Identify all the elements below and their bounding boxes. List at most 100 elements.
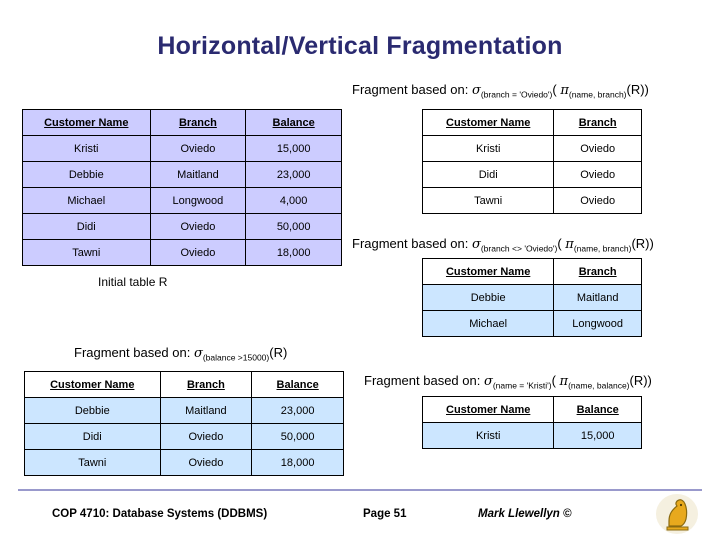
cell-branch: Oviedo: [553, 161, 642, 188]
sigma-subscript: (branch <> 'Oviedo'): [480, 243, 558, 254]
column-header-branch: Branch: [553, 258, 642, 285]
cell-balance: 23,000: [245, 161, 342, 188]
footer-course-label: COP 4710: Database Systems (DDBMS): [52, 508, 268, 520]
formula-fragment-balance: Fragment based on: σ(balance >15000)(R): [74, 345, 287, 363]
formula-prefix: Fragment based on:: [74, 345, 194, 360]
cell-branch: Oviedo: [149, 213, 247, 240]
cell-balance: 15,000: [245, 135, 342, 162]
column-header-customer-name: Customer Name: [421, 258, 555, 285]
column-header-customer-name: Customer Name: [421, 396, 555, 423]
pi-subscript: (name, branch): [568, 89, 627, 100]
cell-branch: Oviedo: [553, 135, 642, 162]
formula-suffix: (R)): [629, 373, 652, 388]
cell-balance: 15,000: [553, 422, 642, 449]
cell-branch: Longwood: [149, 187, 247, 214]
column-header-customer-name: Customer Name: [24, 371, 161, 398]
cell-customer-name: Kristi: [421, 422, 555, 449]
table-row: Michael Longwood 4,000: [22, 187, 342, 214]
footer-page-number: Page 51: [363, 508, 407, 520]
formula-fragment-not-oviedo: Fragment based on: σ(branch <> 'Oviedo')…: [352, 236, 654, 254]
cell-customer-name: Didi: [421, 161, 555, 188]
column-header-balance: Balance: [245, 109, 342, 136]
column-header-branch: Branch: [149, 109, 247, 136]
knight-logo-icon: [656, 494, 698, 534]
cell-customer-name: Tawni: [421, 187, 555, 214]
table-row: Tawni Oviedo: [421, 187, 642, 214]
cell-balance: 50,000: [251, 423, 344, 450]
cell-branch: Maitland: [159, 397, 253, 424]
table-fragment-oviedo: Customer Name Branch Kristi Oviedo Didi …: [421, 109, 642, 214]
table-fragment-kristi: Customer Name Balance Kristi 15,000: [421, 396, 642, 449]
column-header-branch: Branch: [553, 109, 642, 136]
cell-branch: Maitland: [553, 284, 642, 311]
table-fragment-balance: Customer Name Branch Balance Debbie Mait…: [24, 371, 344, 476]
table-header-row: Customer Name Branch: [421, 109, 642, 136]
sigma-subscript: (name = 'Kristi'): [492, 380, 552, 391]
formula-fragment-kristi: Fragment based on: σ(name = 'Kristi')( π…: [364, 373, 652, 391]
cell-balance: 50,000: [245, 213, 342, 240]
sigma-symbol: σ: [483, 374, 493, 389]
slide-canvas: Horizontal/Vertical Fragmentation Fragme…: [0, 0, 720, 540]
sigma-symbol: σ: [193, 346, 203, 361]
cell-customer-name: Tawni: [22, 239, 151, 266]
formula-prefix: Fragment based on:: [364, 373, 484, 388]
formula-suffix: (R): [269, 345, 288, 360]
table-row: Tawni Oviedo 18,000: [24, 449, 344, 476]
table-row: Debbie Maitland: [421, 284, 642, 311]
pi-subscript: (name, balance): [568, 380, 630, 391]
formula-mid: (: [551, 373, 560, 388]
cell-balance: 18,000: [245, 239, 342, 266]
footer-divider: [18, 489, 702, 491]
footer-author: Mark Llewellyn ©: [478, 508, 572, 520]
pi-subscript: (name, branch): [573, 243, 632, 254]
cell-branch: Maitland: [149, 161, 247, 188]
column-header-branch: Branch: [159, 371, 253, 398]
pi-symbol: π: [560, 83, 569, 98]
table-initial-r: Customer Name Branch Balance Kristi Ovie…: [22, 109, 342, 266]
table-row: Debbie Maitland 23,000: [22, 161, 342, 188]
cell-customer-name: Debbie: [22, 161, 151, 188]
pi-symbol: π: [559, 374, 569, 389]
cell-branch: Oviedo: [149, 239, 247, 266]
table-fragment-not-oviedo: Customer Name Branch Debbie Maitland Mic…: [421, 258, 642, 337]
formula-suffix: (R)): [626, 82, 649, 97]
cell-customer-name: Kristi: [22, 135, 151, 162]
formula-prefix: Fragment based on:: [352, 82, 472, 97]
column-header-customer-name: Customer Name: [421, 109, 555, 136]
table-row: Debbie Maitland 23,000: [24, 397, 344, 424]
page-title: Horizontal/Vertical Fragmentation: [157, 32, 563, 60]
formula-suffix: (R)): [631, 236, 654, 251]
cell-branch: Oviedo: [159, 423, 253, 450]
sigma-subscript: (balance >15000): [202, 352, 270, 363]
cell-customer-name: Didi: [22, 213, 151, 240]
table-header-row: Customer Name Branch: [421, 258, 642, 285]
table-row: Kristi Oviedo 15,000: [22, 135, 342, 162]
formula-prefix: Fragment based on:: [352, 236, 472, 251]
cell-balance: 18,000: [251, 449, 344, 476]
table-row: Kristi 15,000: [421, 422, 642, 449]
cell-customer-name: Michael: [22, 187, 151, 214]
cell-balance: 4,000: [245, 187, 342, 214]
cell-balance: 23,000: [251, 397, 344, 424]
table-row: Didi Oviedo 50,000: [22, 213, 342, 240]
column-header-balance: Balance: [553, 396, 642, 423]
cell-customer-name: Debbie: [421, 284, 555, 311]
cell-customer-name: Didi: [24, 423, 161, 450]
table-row: Didi Oviedo: [421, 161, 642, 188]
cell-branch: Oviedo: [159, 449, 253, 476]
column-header-customer-name: Customer Name: [22, 109, 151, 136]
cell-customer-name: Tawni: [24, 449, 161, 476]
cell-customer-name: Kristi: [421, 135, 555, 162]
cell-customer-name: Debbie: [24, 397, 161, 424]
caption-initial-table: Initial table R: [98, 275, 168, 289]
table-row: Michael Longwood: [421, 310, 642, 337]
cell-customer-name: Michael: [421, 310, 555, 337]
cell-branch: Oviedo: [553, 187, 642, 214]
pi-symbol: π: [565, 237, 574, 252]
table-header-row: Customer Name Balance: [421, 396, 642, 423]
table-row: Didi Oviedo 50,000: [24, 423, 344, 450]
sigma-symbol: σ: [471, 237, 481, 252]
column-header-balance: Balance: [251, 371, 344, 398]
table-header-row: Customer Name Branch Balance: [24, 371, 344, 398]
table-row: Kristi Oviedo: [421, 135, 642, 162]
